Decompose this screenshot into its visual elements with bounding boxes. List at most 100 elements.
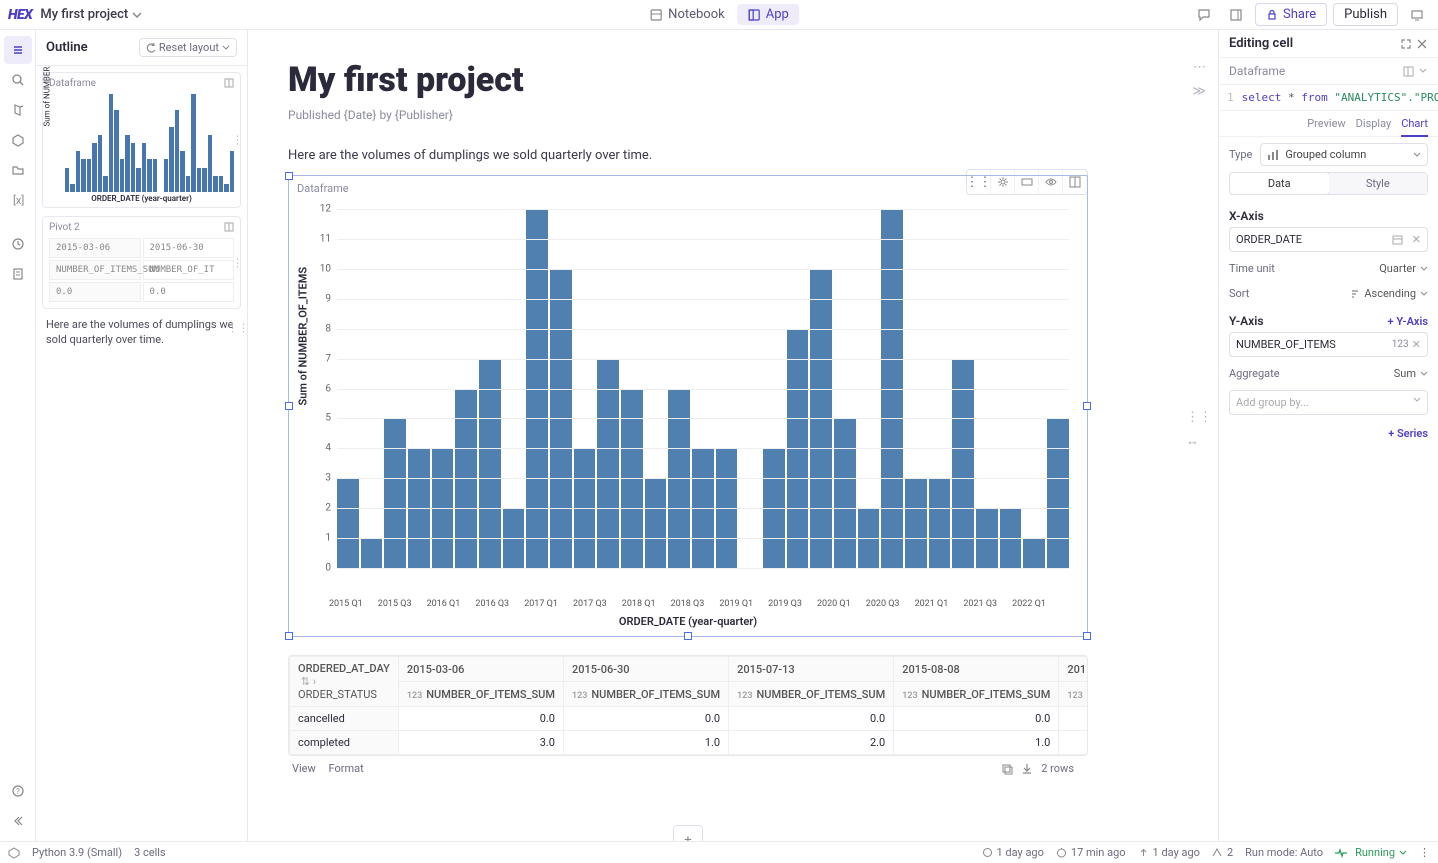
outline-rail-button[interactable] [4,36,32,64]
reset-layout-button[interactable]: Reset layout [139,38,237,57]
search-icon [11,73,25,87]
pivot-format-button[interactable]: Format [329,762,364,775]
aggregate-select[interactable]: Sum [1394,367,1428,380]
vars-rail-button[interactable]: [x] [4,186,32,214]
sort-select[interactable]: Ascending [1350,287,1428,300]
timeunit-select[interactable]: Quarter [1379,262,1428,275]
add-yaxis-button[interactable]: + Y-Axis [1388,315,1428,328]
status-saved: 1 day ago [982,846,1044,859]
timeunit-label: Time unit [1229,262,1275,275]
layout-button[interactable] [1223,2,1249,28]
search-rail-button[interactable] [4,66,32,94]
notebook-icon [649,8,663,22]
remove-field-button[interactable]: ✕ [1412,233,1421,246]
outline-title: Outline [46,40,88,55]
xaxis-field[interactable]: ORDER_DATE ✕ [1229,227,1428,252]
pivot-view-button[interactable]: View [292,762,316,775]
drag-handle-icon[interactable]: ⋮⋮ [232,134,247,147]
chart-bar [361,538,383,568]
copy-icon[interactable] [1001,763,1013,775]
comments-button[interactable] [1191,2,1217,28]
yaxis-field[interactable]: NUMBER_OF_ITEMS 123 ✕ [1229,332,1428,357]
sql-editor[interactable]: 1select * from "ANALYTICS"."PROD"."DI [1219,85,1438,111]
help-icon: ? [11,784,25,798]
outline-card-chart[interactable]: Dataframe Sum of NUMBER_OF_ITEM ORDER_DA… [42,72,241,208]
help-rail-button[interactable]: ? [4,777,32,805]
schedule-rail-button[interactable] [4,260,32,288]
chart-cell-title: Dataframe [297,182,1079,195]
canvas-menu-button[interactable]: ⋯ [1193,60,1206,75]
app-mode-button[interactable]: App [737,4,799,25]
editor-cell-name: Dataframe [1229,64,1285,78]
resize-handle[interactable] [285,632,293,640]
collapse-rail-button[interactable] [4,807,32,835]
chevron-down-icon [1413,396,1421,404]
chevron-down-icon [1420,370,1428,378]
app-label: App [766,7,789,22]
remove-field-button[interactable]: ✕ [1412,338,1421,351]
close-button[interactable] [1416,38,1428,50]
expand-button[interactable] [1400,38,1412,50]
data-style-segment[interactable]: Data Style [1229,172,1428,195]
resize-handle[interactable] [1083,632,1091,640]
clock-icon [982,847,993,858]
chart-cell[interactable]: Dataframe Sum of NUMBER_OF_ITEMS 0123456… [288,175,1088,637]
add-series-button[interactable]: + Series [1388,427,1428,440]
resize-handle[interactable] [684,632,692,640]
y-tick: 3 [325,473,337,484]
present-button[interactable] [1404,2,1430,28]
collapse-canvas-button[interactable]: ≫ [1192,84,1206,99]
status-menu[interactable]: ⋮ [1419,846,1430,859]
mini-chart-xlabel: ORDER_DATE (year-quarter) [47,192,236,203]
status-branch: 2 [1212,846,1233,859]
yaxis-section-label: Y-Axis [1229,314,1264,328]
outline-text-cell[interactable]: Here are the volumes of dumplings we sol… [42,317,241,348]
share-button[interactable]: Share [1255,3,1327,26]
kernel-running-status[interactable]: Running [1335,846,1407,859]
tab-display[interactable]: Display [1356,117,1392,130]
files-rail-button[interactable] [4,156,32,184]
project-name-dropdown[interactable]: My first project [40,7,142,22]
y-tick: 2 [325,503,337,514]
drag-handle-icon[interactable]: ⋮⋮ [232,256,247,269]
chart-type-select[interactable]: Grouped column [1260,143,1428,166]
grid-icon [224,78,234,88]
branch-icon [1212,847,1223,858]
chart-bar [337,478,359,568]
publish-button[interactable]: Publish [1333,3,1398,26]
page-title: My first project [288,60,1088,100]
resize-handle[interactable] [1083,402,1091,410]
xaxis-section-label: X-Axis [1229,209,1264,223]
drag-handle-icon[interactable]: ⋮⋮ [1186,410,1212,425]
grid-icon [224,222,234,232]
doc-icon [11,267,25,281]
download-icon[interactable] [1021,763,1033,775]
tab-preview[interactable]: Preview [1307,117,1345,130]
tab-chart[interactable]: Chart [1401,117,1428,137]
seg-style[interactable]: Style [1329,173,1428,194]
y-tick: 0 [325,563,337,574]
bar-chart-icon [1267,149,1279,161]
link-icon[interactable] [1403,66,1414,77]
resize-horiz-icon[interactable]: ↔ [1186,433,1212,449]
kernel-status[interactable]: Python 3.9 (Small) [32,846,122,859]
seg-data[interactable]: Data [1230,173,1329,194]
resize-handle[interactable] [285,402,293,410]
layout-icon [1229,8,1243,22]
add-groupby-button[interactable]: Add group by... [1229,390,1428,415]
chevron-down-icon[interactable] [1418,66,1428,76]
data-rail-button[interactable] [4,96,32,124]
canvas: ⋯ ≫ My first project Published {Date} by… [248,30,1218,841]
history-rail-button[interactable] [4,230,32,258]
run-mode[interactable]: Run mode: Auto [1245,846,1323,859]
chart-ylabel: Sum of NUMBER_OF_ITEMS [297,267,310,406]
pivot-table[interactable]: ORDERED_AT_DAY ⇅ ›ORDER_STATUS2015-03-06… [288,655,1088,756]
package-rail-button[interactable] [4,126,32,154]
outline-card-pivot[interactable]: Pivot 2 2015-03-062015-06-30 NUMBER_OF_I… [42,216,241,309]
drag-handle-icon[interactable]: ⋮⋮ [227,321,247,334]
notebook-mode-button[interactable]: Notebook [639,4,735,25]
chevron-down-icon [1420,290,1428,298]
y-tick: 9 [325,293,337,304]
resize-handle[interactable] [285,172,293,180]
add-cell-button[interactable]: + [673,825,703,841]
